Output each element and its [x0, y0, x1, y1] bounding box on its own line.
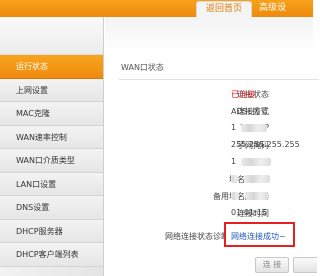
main-header-band: [105, 17, 313, 53]
sidebar: 运行状态 上网设置 MAC克隆 WAN速率控制 WAN口介质类型 LAN口设置 …: [0, 17, 104, 276]
sidebar-item-dns-settings[interactable]: DNS设置: [0, 196, 103, 220]
label-network-diagnosis: 网络连接状态诊断: [165, 232, 229, 241]
disconnect-button[interactable]: [293, 257, 317, 273]
sidebar-item-lan-settings[interactable]: LAN口设置: [0, 172, 103, 196]
label-connection-status: 连接状态: [237, 90, 269, 99]
value-gateway: 1: [231, 157, 271, 166]
sidebar-item-internet-settings[interactable]: 上网设置: [0, 78, 103, 102]
redacted-block: [245, 191, 268, 200]
sidebar-item-dhcp-client-list[interactable]: DHCP客户端列表: [0, 243, 103, 267]
tab-advanced-settings[interactable]: 高级设: [255, 1, 315, 17]
wan-status-title: WAN口状态: [121, 63, 164, 72]
sidebar-header: [0, 17, 103, 55]
tab-back-home[interactable]: 返回首页: [196, 1, 252, 17]
section-divider: [119, 79, 319, 80]
redacted-block: [243, 174, 270, 183]
redacted-block: [231, 174, 237, 183]
value-gateway-text: 1: [231, 157, 237, 166]
sidebar-item-dhcp-server[interactable]: DHCP服务器: [0, 219, 103, 243]
diagnosis-result-link[interactable]: 网络连接成功~: [231, 231, 286, 242]
value-backup-dns: [231, 191, 268, 200]
redacted-block: [231, 191, 239, 200]
value-wan-ip: 1: [231, 123, 267, 132]
connect-button[interactable]: 连 接: [255, 257, 289, 273]
value-wan-ip-text: 1: [231, 123, 237, 132]
value-dns-server: [231, 174, 270, 183]
redacted-block: [240, 157, 271, 166]
top-nav-bar: 返回首页 高级设: [0, 0, 313, 17]
sidebar-item-mac-clone[interactable]: MAC克隆: [0, 102, 103, 126]
sidebar-item-wan-speed[interactable]: WAN速率控制: [0, 125, 103, 149]
value-connection-type: ADSL拨号: [231, 107, 269, 116]
redacted-block: [240, 123, 267, 132]
sidebar-item-running-status[interactable]: 运行状态: [0, 55, 103, 79]
main-panel: WAN口状态 连接状态 已连接 连接方式 ADSL拨号 WAN IP 1 子网掩…: [105, 17, 319, 276]
value-connection-status: 已连接: [231, 90, 255, 99]
value-subnet-mask: 255.255.255.255: [231, 140, 300, 149]
value-connection-time: 01:01:15: [231, 208, 267, 217]
sidebar-item-wan-media-type[interactable]: WAN口介质类型: [0, 149, 103, 173]
